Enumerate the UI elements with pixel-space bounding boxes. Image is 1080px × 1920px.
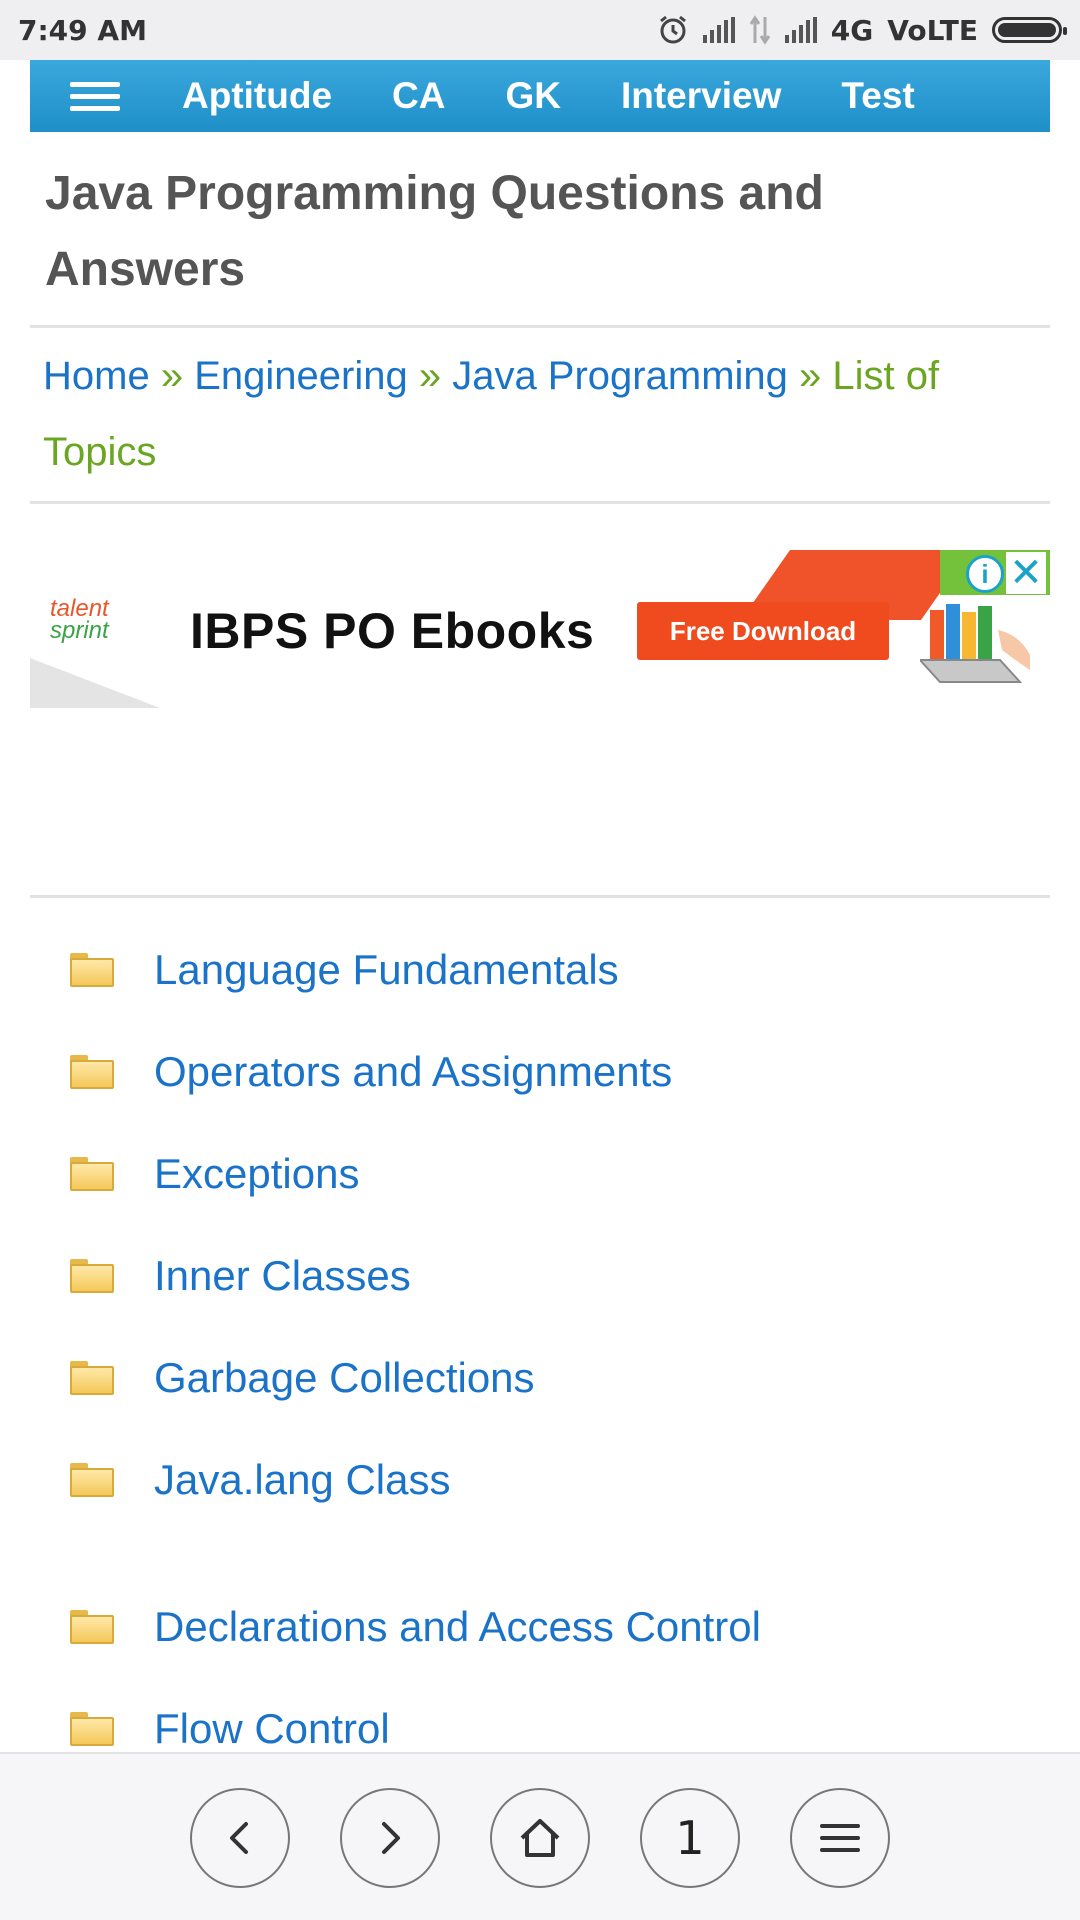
breadcrumb: Home » Engineering » Java Programming » … [43, 338, 1023, 490]
menu-icon [820, 1824, 860, 1852]
ad-close-icon[interactable]: ✕ [1006, 551, 1046, 595]
top-nav: Aptitude CA GK Interview Test [30, 60, 1050, 132]
list-item[interactable]: Operators and Assignments [70, 1042, 672, 1102]
browser-menu-button[interactable] [790, 1788, 890, 1888]
topic-link[interactable]: Flow Control [154, 1705, 390, 1753]
battery-icon [992, 17, 1067, 43]
ad-headline: IBPS PO Ebooks [190, 603, 595, 659]
nav-aptitude[interactable]: Aptitude [182, 75, 332, 117]
alarm-icon [659, 15, 686, 44]
nav-test[interactable]: Test [841, 75, 914, 117]
topic-link[interactable]: Language Fundamentals [154, 946, 619, 994]
chevron-right-icon [382, 1822, 400, 1854]
divider [30, 501, 1050, 504]
data-arrows-icon [749, 15, 770, 45]
topic-link[interactable]: Operators and Assignments [154, 1048, 672, 1096]
folder-icon [70, 1259, 114, 1293]
forward-button[interactable] [340, 1788, 440, 1888]
divider [30, 325, 1050, 328]
topic-link[interactable]: Inner Classes [154, 1252, 411, 1300]
volte-label: VoLTE [887, 13, 978, 47]
divider [30, 895, 1050, 898]
nav-gk[interactable]: GK [505, 75, 561, 117]
list-item[interactable]: Exceptions [70, 1144, 359, 1204]
home-icon [520, 1819, 560, 1857]
ad-info-icon[interactable]: i [966, 555, 1004, 593]
list-item[interactable]: Garbage Collections [70, 1348, 535, 1408]
topic-link[interactable]: Declarations and Access Control [154, 1603, 761, 1651]
folder-icon [70, 1463, 114, 1497]
network-type: 4G [830, 13, 874, 47]
ad-logo: talent sprint [50, 595, 109, 644]
topic-link[interactable]: Garbage Collections [154, 1354, 535, 1402]
signal-icon [702, 17, 735, 43]
list-item[interactable]: Declarations and Access Control [70, 1597, 761, 1657]
status-bar: 7:49 AM 4G VoLTE [0, 0, 1080, 60]
back-button[interactable] [190, 1788, 290, 1888]
list-item[interactable]: Java.lang Class [70, 1450, 450, 1510]
signal-icon-2 [784, 17, 817, 43]
folder-icon [70, 1712, 114, 1746]
breadcrumb-separator: » [418, 354, 442, 398]
breadcrumb-separator: » [799, 354, 822, 398]
ad-banner[interactable]: talent sprint IBPS PO Ebooks Free Downlo… [30, 550, 1050, 708]
folder-icon [70, 1610, 114, 1644]
breadcrumb-home[interactable]: Home [43, 354, 150, 398]
status-icons: 4G VoLTE [657, 13, 1067, 47]
tab-count: 1 [675, 1811, 705, 1865]
browser-toolbar: 1 [0, 1752, 1080, 1920]
breadcrumb-java-programming[interactable]: Java Programming [452, 354, 788, 398]
list-item[interactable]: Inner Classes [70, 1246, 411, 1306]
folder-icon [70, 1055, 114, 1089]
folder-icon [70, 953, 114, 987]
breadcrumb-engineering[interactable]: Engineering [194, 354, 408, 398]
chevron-left-icon [230, 1822, 248, 1854]
breadcrumb-separator: » [160, 354, 184, 398]
list-item[interactable]: Language Fundamentals [70, 940, 619, 1000]
topic-link[interactable]: Java.lang Class [154, 1456, 450, 1504]
nav-interview[interactable]: Interview [621, 75, 781, 117]
status-time: 7:49 AM [18, 13, 147, 47]
menu-icon[interactable] [30, 60, 160, 132]
topic-link[interactable]: Exceptions [154, 1150, 359, 1198]
ad-cta-button[interactable]: Free Download [637, 602, 889, 660]
tabs-button[interactable]: 1 [640, 1788, 740, 1888]
folder-icon [70, 1157, 114, 1191]
list-item[interactable]: Flow Control [70, 1699, 390, 1759]
nav-ca[interactable]: CA [392, 75, 445, 117]
laptop-books-icon [920, 604, 1030, 683]
home-button[interactable] [490, 1788, 590, 1888]
folder-icon [70, 1361, 114, 1395]
page-title: Java Programming Questions and Answers [45, 167, 824, 296]
